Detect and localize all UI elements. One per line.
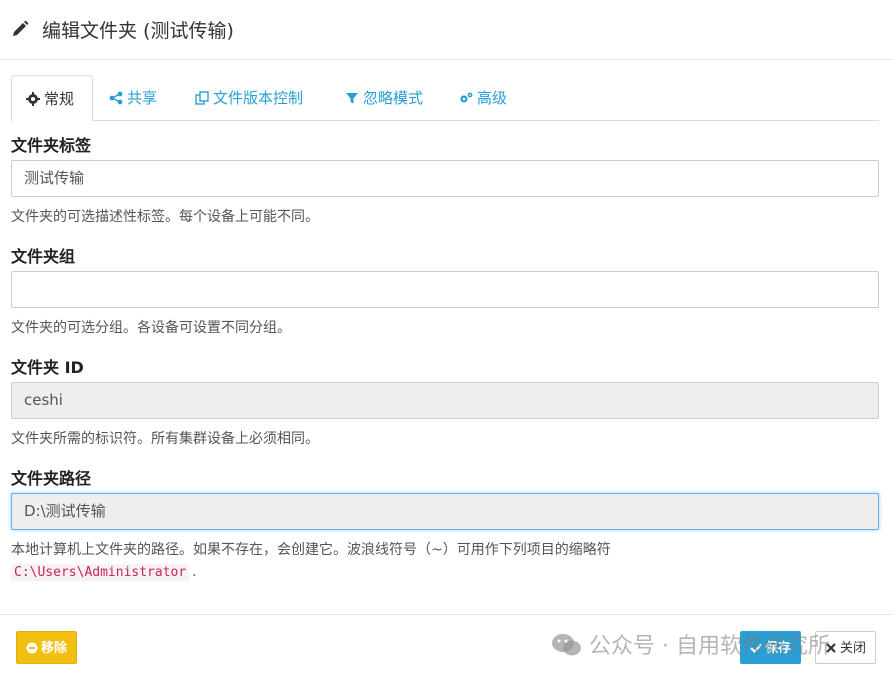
- tab-versioning[interactable]: 文件版本控制: [181, 75, 317, 121]
- watermark-text: 公众号 · 自用软件研究所: [589, 634, 830, 659]
- folder-label-help: 文件夹的可选描述性标签。每个设备上可能不同。: [11, 209, 319, 225]
- folder-id-heading: 文件夹 ID: [11, 358, 84, 377]
- folder-id-input: ceshi: [11, 382, 879, 419]
- filter-icon: [346, 93, 358, 104]
- tab-bar: 常规 共享 文件版本控制 忽略模式 高级: [11, 75, 879, 122]
- home-path-code: C:\Users\Administrator: [11, 564, 190, 581]
- folder-label-input[interactable]: 测试传输: [11, 160, 879, 197]
- folder-group-heading: 文件夹组: [11, 247, 76, 266]
- folder-group-help: 文件夹的可选分组。各设备可设置不同分组。: [11, 320, 291, 336]
- remove-button-label: 移除: [41, 641, 68, 656]
- tab-general[interactable]: 常规: [11, 75, 93, 122]
- gear-icon: [26, 92, 40, 106]
- tab-sharing-label: 共享: [127, 89, 158, 107]
- folder-group-input[interactable]: [11, 271, 879, 308]
- minus-circle-icon: [26, 642, 38, 654]
- tab-general-label: 常规: [44, 90, 75, 108]
- tab-versioning-label: 文件版本控制: [213, 89, 304, 107]
- help-period: .: [192, 564, 197, 580]
- share-icon: [109, 91, 123, 105]
- close-button-label: 关闭: [840, 641, 867, 656]
- pencil-icon: [13, 20, 29, 36]
- tab-ignore-patterns[interactable]: 忽略模式: [331, 75, 437, 121]
- folder-path-help: 本地计算机上文件夹的路径。如果不存在，会创建它。波浪线符号（~）可用作下列项目的…: [11, 542, 611, 558]
- remove-button[interactable]: 移除: [16, 631, 78, 664]
- cogs-icon: [460, 92, 473, 103]
- watermark: 公众号 · 自用软件研究所: [551, 628, 830, 660]
- folder-path-heading: 文件夹路径: [11, 469, 92, 488]
- tab-sharing[interactable]: 共享: [95, 75, 171, 121]
- tab-advanced-label: 高级: [477, 89, 508, 107]
- folder-path-input[interactable]: D:\测试传输: [11, 493, 879, 530]
- dialog-header: 编辑文件夹 (测试传输): [0, 0, 893, 60]
- copy-icon: [195, 91, 209, 105]
- wechat-icon: [552, 634, 581, 656]
- tab-ignore-patterns-label: 忽略模式: [363, 89, 424, 107]
- folder-label-heading: 文件夹标签: [11, 136, 92, 155]
- tab-advanced[interactable]: 高级: [445, 75, 521, 121]
- folder-id-help: 文件夹所需的标识符。所有集群设备上必须相同。: [11, 431, 319, 447]
- dialog-title: 编辑文件夹 (测试传输): [42, 20, 234, 42]
